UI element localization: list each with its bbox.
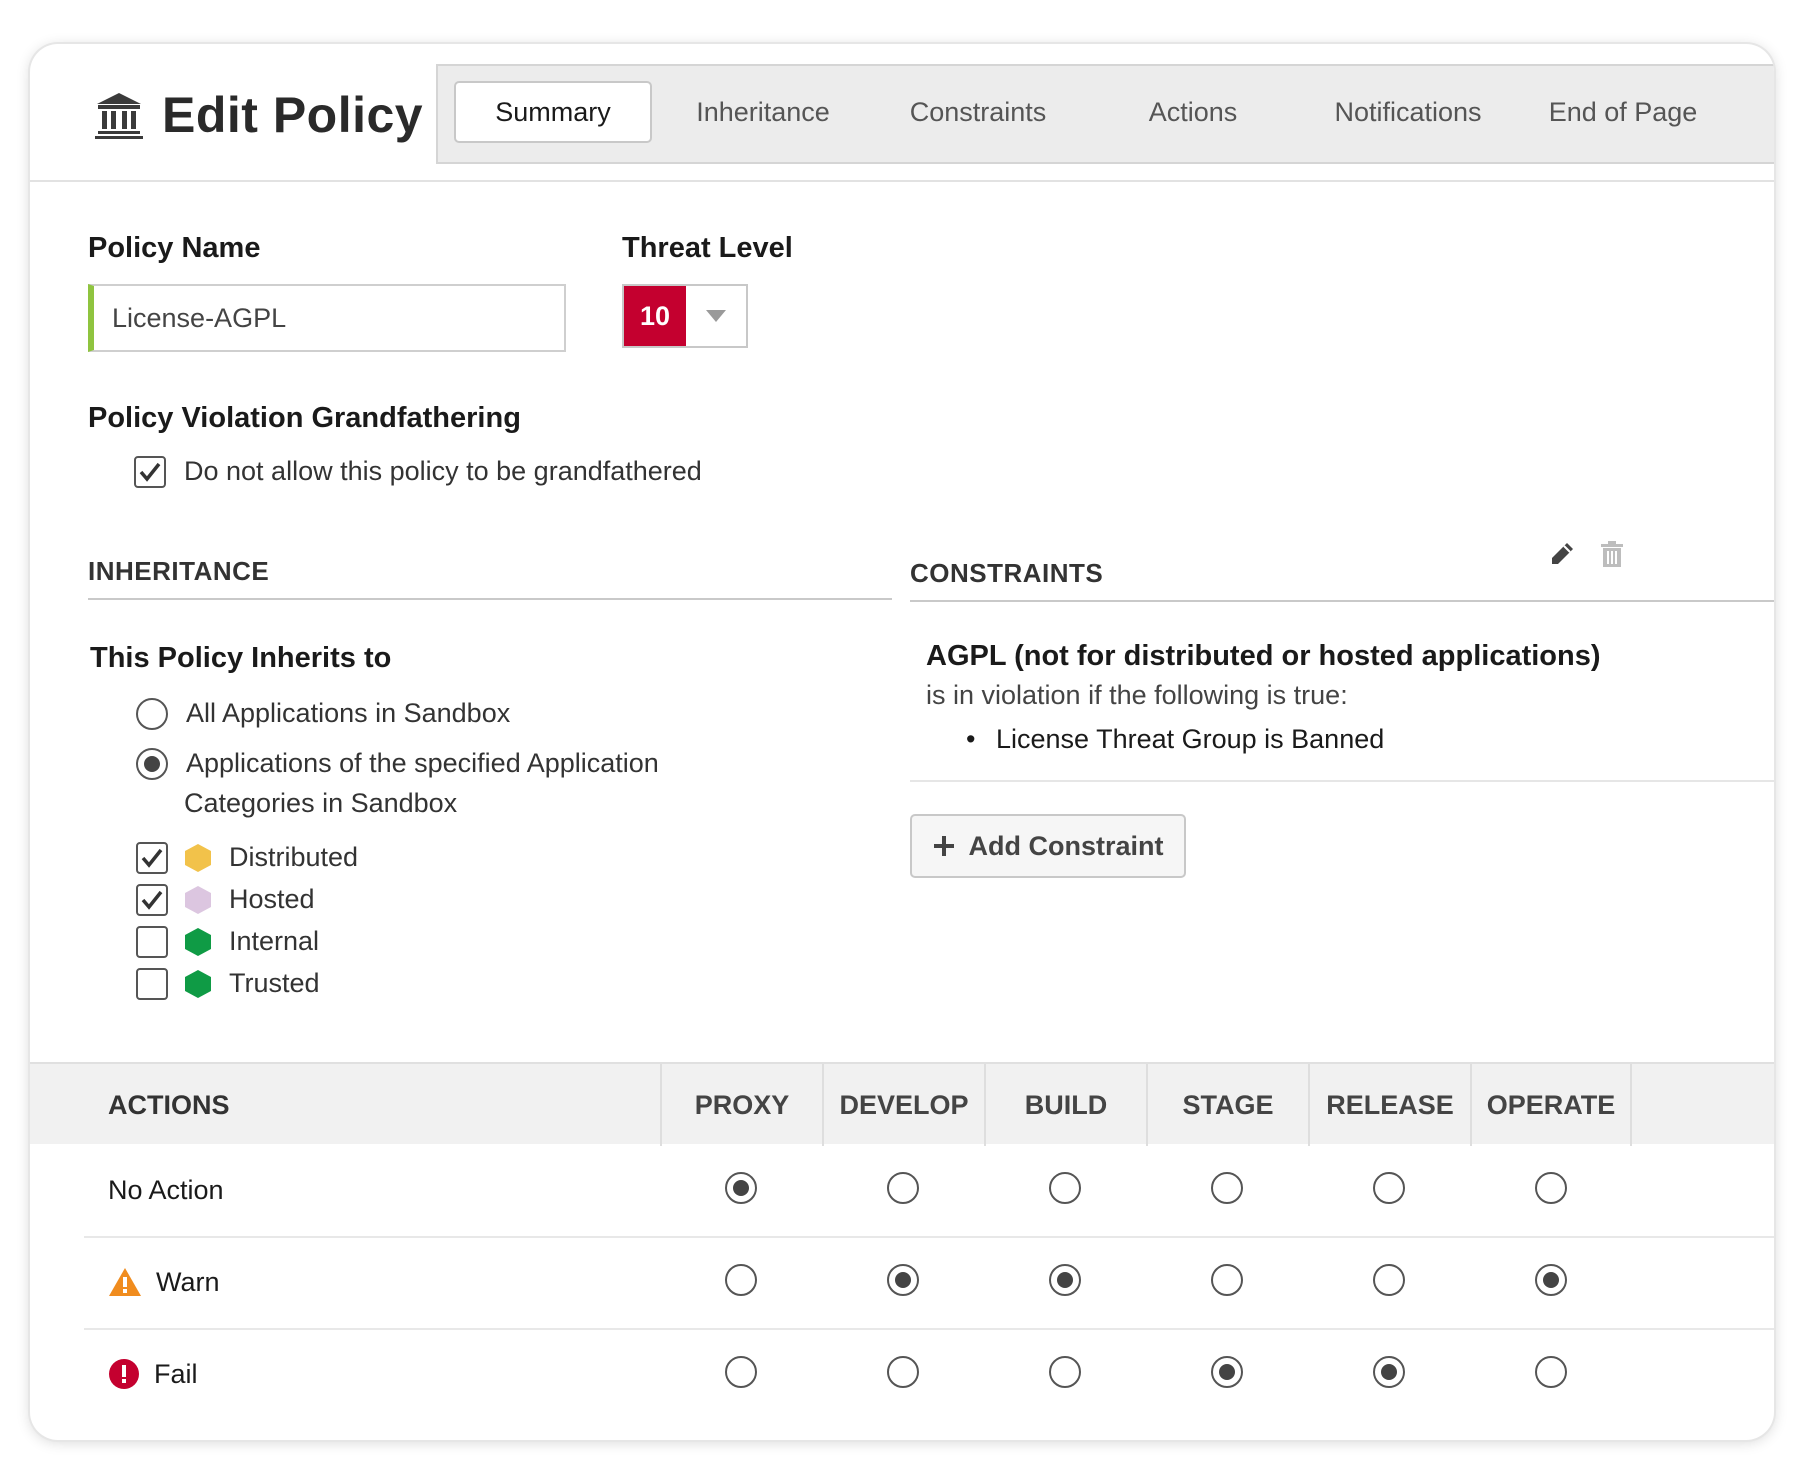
plus-icon — [933, 836, 954, 856]
tab-summary[interactable]: Summary — [454, 81, 652, 143]
warning-icon — [109, 1268, 141, 1296]
inherit-specified-radio[interactable] — [136, 748, 168, 780]
institution-icon — [95, 93, 143, 139]
radio-warn-proxy[interactable] — [725, 1264, 757, 1296]
radio-fail-develop[interactable] — [887, 1356, 919, 1388]
hexagon-icon — [185, 928, 211, 956]
add-constraint-label: Add Constraint — [968, 830, 1164, 861]
stage-header-operate: OPERATE — [1470, 1064, 1632, 1146]
category-checkbox-distributed[interactable] — [136, 842, 168, 874]
action-row-label-fail: Fail — [108, 1354, 198, 1394]
category-checkbox-hosted[interactable] — [136, 884, 168, 916]
radio-warn-stage[interactable] — [1211, 1264, 1243, 1296]
radio-fail-proxy[interactable] — [725, 1356, 757, 1388]
header: Edit Policy Summary Inheritance Constrai… — [30, 44, 1774, 182]
radio-no-action-stage[interactable] — [1211, 1172, 1243, 1204]
checkmark-icon — [141, 890, 163, 910]
category-label-hosted: Hosted — [229, 884, 315, 914]
edit-policy-card: Edit Policy Summary Inheritance Constrai… — [30, 44, 1774, 1440]
inherit-all-radio[interactable] — [136, 698, 168, 730]
grandfather-checkbox[interactable] — [134, 456, 166, 488]
radio-no-action-develop[interactable] — [887, 1172, 919, 1204]
category-checkbox-trusted[interactable] — [136, 968, 168, 1000]
radio-warn-release[interactable] — [1373, 1264, 1405, 1296]
category-label-distributed: Distributed — [229, 842, 359, 872]
action-label: No Action — [108, 1174, 224, 1205]
stage-header-stage: STAGE — [1146, 1064, 1308, 1146]
constraint-name: AGPL (not for distributed or hosted appl… — [926, 640, 1601, 672]
tab-actions[interactable]: Actions — [1093, 81, 1293, 143]
tab-end-of-page[interactable]: End of Page — [1523, 81, 1723, 143]
add-constraint-button[interactable]: Add Constraint — [910, 814, 1186, 878]
action-row-label-warn: Warn — [108, 1262, 220, 1302]
row-divider — [84, 1236, 1774, 1238]
stage-header-develop: DEVELOP — [822, 1064, 984, 1146]
row-divider — [84, 1328, 1774, 1330]
inheritance-divider — [88, 598, 892, 600]
chevron-down-icon — [686, 286, 746, 346]
hexagon-icon — [185, 844, 211, 872]
policy-name-label: Policy Name — [88, 232, 261, 264]
inherit-specified-label-line2: Categories in Sandbox — [184, 788, 458, 818]
stage-header-build: BUILD — [984, 1064, 1146, 1146]
constraint-condition: License Threat Group is Banned — [996, 724, 1385, 754]
action-row-label-no-action: No Action — [108, 1170, 224, 1210]
grandfathering-label: Policy Violation Grandfathering — [88, 402, 521, 434]
radio-fail-stage[interactable] — [1211, 1356, 1243, 1388]
stage-header-release: RELEASE — [1308, 1064, 1470, 1146]
action-label: Fail — [154, 1358, 198, 1389]
grandfather-option-label: Do not allow this policy to be grandfath… — [184, 456, 702, 486]
checkmark-icon — [141, 848, 163, 868]
hexagon-icon — [185, 886, 211, 914]
inheritance-section-title: INHERITANCE — [88, 556, 270, 586]
radio-no-action-build[interactable] — [1049, 1172, 1081, 1204]
constraint-divider — [910, 780, 1774, 782]
radio-fail-operate[interactable] — [1535, 1356, 1567, 1388]
tab-inheritance[interactable]: Inheritance — [663, 81, 863, 143]
actions-section-title: ACTIONS — [108, 1089, 230, 1120]
checkmark-icon — [139, 462, 161, 482]
constraints-section-title: CONSTRAINTS — [910, 558, 1104, 588]
constraint-description: is in violation if the following is true… — [926, 680, 1348, 710]
action-label: Warn — [156, 1266, 220, 1297]
actions-table-header: ACTIONS PROXY DEVELOP BUILD STAGE RELEAS… — [30, 1062, 1774, 1146]
threat-level-select[interactable]: 10 — [622, 284, 748, 348]
inherit-specified-label-line1: Applications of the specified Applicatio… — [186, 748, 659, 778]
radio-warn-operate[interactable] — [1535, 1264, 1567, 1296]
constraint-condition-bullet: • — [966, 724, 976, 754]
policy-name-input[interactable] — [88, 284, 566, 352]
edit-pencil-icon[interactable] — [1548, 540, 1576, 568]
category-checkbox-internal[interactable] — [136, 926, 168, 958]
stage-header-proxy: PROXY — [660, 1064, 822, 1146]
radio-warn-develop[interactable] — [887, 1264, 919, 1296]
radio-fail-build[interactable] — [1049, 1356, 1081, 1388]
radio-no-action-release[interactable] — [1373, 1172, 1405, 1204]
brand: Edit Policy — [94, 86, 423, 144]
threat-level-value: 10 — [624, 286, 686, 346]
error-icon — [109, 1359, 139, 1389]
tab-constraints[interactable]: Constraints — [878, 81, 1078, 143]
radio-no-action-proxy[interactable] — [725, 1172, 757, 1204]
inherits-heading: This Policy Inherits to — [90, 642, 392, 674]
radio-no-action-operate[interactable] — [1535, 1172, 1567, 1204]
radio-fail-release[interactable] — [1373, 1356, 1405, 1388]
trash-icon[interactable] — [1600, 540, 1624, 568]
tab-bar: Summary Inheritance Constraints Actions … — [436, 64, 1774, 164]
page-title: Edit Policy — [162, 87, 424, 143]
inherit-all-label: All Applications in Sandbox — [186, 698, 511, 728]
category-label-trusted: Trusted — [229, 968, 320, 998]
constraints-divider — [910, 600, 1774, 602]
category-label-internal: Internal — [229, 926, 320, 956]
tab-notifications[interactable]: Notifications — [1308, 81, 1508, 143]
threat-level-label: Threat Level — [622, 232, 793, 264]
hexagon-icon — [185, 970, 211, 998]
radio-warn-build[interactable] — [1049, 1264, 1081, 1296]
